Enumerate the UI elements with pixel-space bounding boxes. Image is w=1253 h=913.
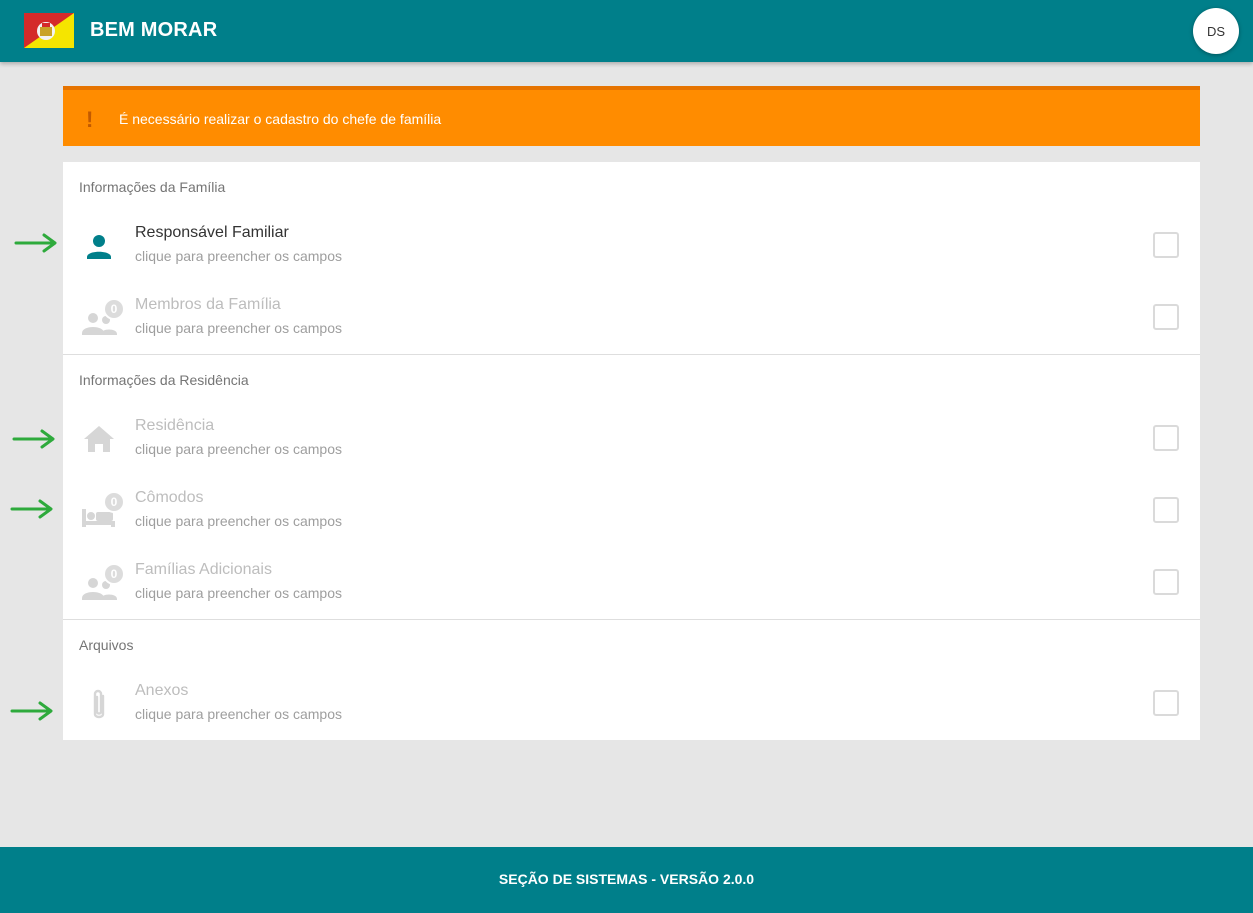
app-header: BEM MORAR DS	[0, 0, 1253, 62]
checkbox[interactable]	[1153, 425, 1179, 451]
count-badge: 0	[103, 563, 125, 585]
group-icon: 0	[79, 298, 125, 338]
section-header-residencia: Informações da Residência	[79, 372, 249, 388]
bed-icon: 0	[79, 491, 125, 531]
app-footer: SEÇÃO DE SISTEMAS - VERSÃO 2.0.0	[0, 847, 1253, 913]
user-avatar[interactable]: DS	[1193, 8, 1239, 54]
alert-message: É necessário realizar o cadastro do chef…	[119, 111, 442, 127]
arrow-right-icon	[10, 499, 53, 519]
item-title: Famílias Adicionais	[135, 561, 272, 578]
flag-logo-icon	[24, 13, 74, 48]
list-item-anexos[interactable]: Anexos clique para preencher os campos	[63, 668, 1200, 740]
item-title: Cômodos	[135, 489, 204, 506]
count-badge: 0	[103, 491, 125, 513]
item-title: Residência	[135, 417, 215, 434]
list-item-comodos[interactable]: 0 Cômodos clique para preencher os campo…	[63, 475, 1200, 547]
divider	[63, 354, 1200, 355]
exclamation-icon: !	[86, 107, 94, 132]
item-subtitle: clique para preencher os campos	[135, 441, 343, 457]
arrow-right-icon	[14, 233, 57, 253]
app-title: BEM MORAR	[90, 19, 218, 41]
section-header-arquivos: Arquivos	[79, 637, 134, 653]
checkbox[interactable]	[1153, 569, 1179, 595]
checkbox[interactable]	[1153, 690, 1179, 716]
arrow-right-icon	[12, 429, 55, 449]
list-item-familias-adicionais[interactable]: 0 Famílias Adicionais clique para preenc…	[63, 547, 1200, 619]
item-title: Responsável Familiar	[135, 224, 289, 241]
section-header-familia: Informações da Família	[79, 179, 226, 195]
checkbox[interactable]	[1153, 232, 1179, 258]
paperclip-icon	[79, 684, 119, 724]
warning-alert: ! É necessário realizar o cadastro do ch…	[63, 86, 1200, 146]
count-badge: 0	[103, 298, 125, 320]
item-title: Anexos	[135, 682, 189, 699]
person-icon	[79, 226, 119, 266]
arrow-right-icon	[10, 701, 53, 721]
item-subtitle: clique para preencher os campos	[135, 585, 343, 601]
item-title: Membros da Família	[135, 296, 281, 313]
item-subtitle: clique para preencher os campos	[135, 513, 343, 529]
list-item-responsavel-familiar[interactable]: Responsável Familiar clique para preench…	[63, 210, 1200, 282]
list-item-residencia[interactable]: Residência clique para preencher os camp…	[63, 403, 1200, 475]
home-icon	[79, 419, 119, 459]
divider	[63, 619, 1200, 620]
item-subtitle: clique para preencher os campos	[135, 706, 343, 722]
group-icon: 0	[79, 563, 125, 603]
item-subtitle: clique para preencher os campos	[135, 248, 343, 264]
list-item-membros-familia[interactable]: 0 Membros da Família clique para preench…	[63, 282, 1200, 354]
item-subtitle: clique para preencher os campos	[135, 320, 343, 336]
footer-version-text: SEÇÃO DE SISTEMAS - VERSÃO 2.0.0	[498, 871, 755, 887]
checkbox[interactable]	[1153, 304, 1179, 330]
checkbox[interactable]	[1153, 497, 1179, 523]
registration-card: Informações da Família Responsável Famil…	[63, 162, 1200, 740]
